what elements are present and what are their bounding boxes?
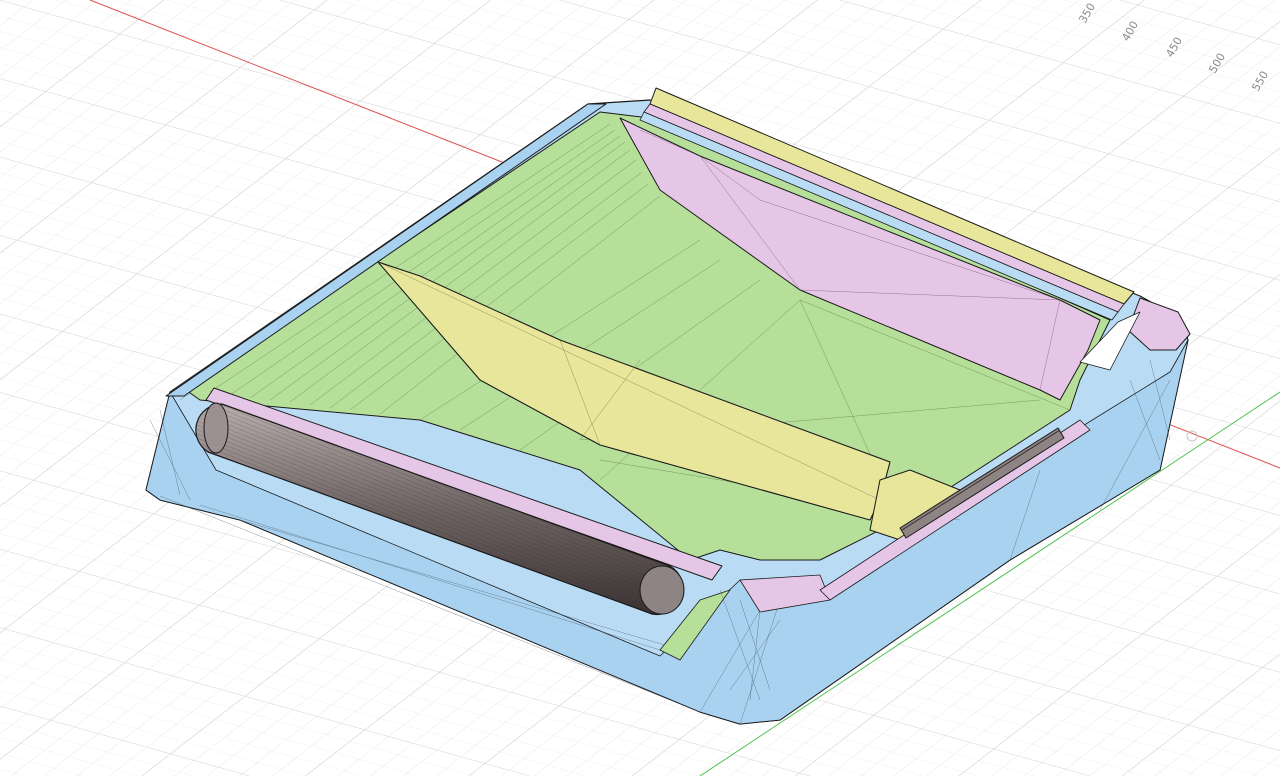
rod-end-cap [203,402,229,454]
3d-viewport[interactable]: 350 400 450 500 550 [0,0,1280,776]
rod-end-cap [639,565,685,615]
